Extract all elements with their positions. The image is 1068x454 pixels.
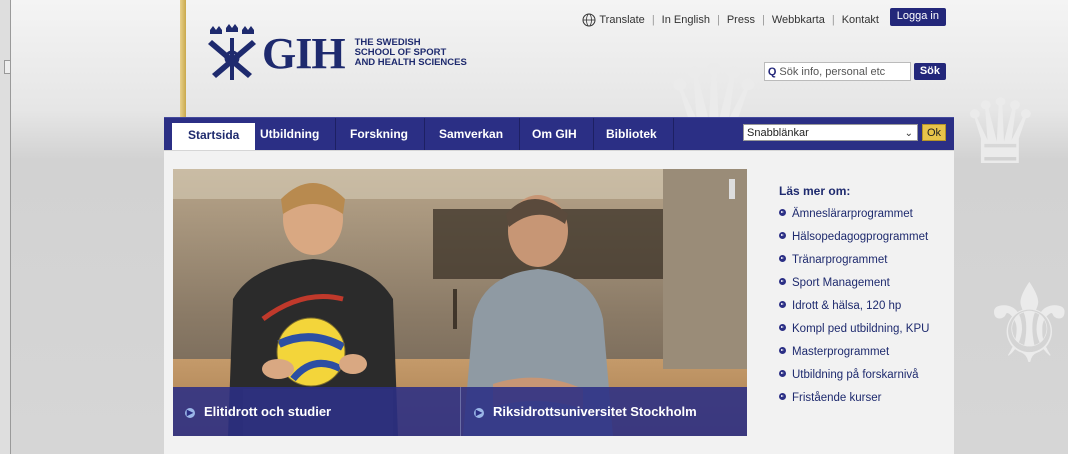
bullet-arrow-icon: [779, 255, 786, 262]
main-content: ▶ Elitidrott och studier ▶ Riksidrottsuniv…: [164, 151, 954, 454]
gih-logo[interactable]: GIH THE SWEDISH SCHOOL OF SPORT AND HEAL…: [204, 24, 467, 82]
quick-links-label: Snabblänkar: [747, 127, 809, 139]
sidebar-link-label: Utbildning på forskarnivå: [792, 369, 919, 381]
sidebar-link-label: Ämneslärarprogrammet: [792, 208, 913, 220]
bullet-arrow-icon: [779, 347, 786, 354]
logo-wordmark: GIH: [262, 28, 346, 78]
bullet-arrow-icon: [779, 232, 786, 239]
sidebar-link-label: Fristående kurser: [792, 392, 882, 404]
logo-subtitle: THE SWEDISH SCHOOL OF SPORT AND HEALTH S…: [355, 38, 467, 68]
search-icon: Q: [767, 65, 777, 78]
search-button[interactable]: Sök: [913, 63, 946, 80]
background-crown-icon: ♛: [960, 83, 1041, 183]
sidebar-link[interactable]: Utbildning på forskarnivå: [779, 368, 954, 383]
read-more-sidebar: Läs mer om: Ämneslärarprogrammet Hälsope…: [779, 184, 954, 414]
bullet-arrow-icon: [779, 301, 786, 308]
bullet-arrow-icon: [779, 324, 786, 331]
hero-caption-bar: ▶ Elitidrott och studier ▶ Riksidrottsuniv…: [173, 387, 747, 436]
sidebar-link-label: Idrott & hälsa, 120 hp: [792, 300, 902, 312]
caption-divider: [460, 387, 461, 436]
nav-forskning[interactable]: Forskning: [334, 118, 426, 150]
logo-subtitle-line: AND HEALTH SCIENCES: [354, 57, 467, 68]
sidebar-link[interactable]: Fristående kurser: [779, 391, 954, 406]
translate-link[interactable]: Translate: [599, 14, 644, 26]
nav-samverkan[interactable]: Samverkan: [423, 118, 521, 150]
separator: |: [831, 14, 835, 26]
sidebar-link[interactable]: Sport Management: [779, 276, 954, 291]
press-link[interactable]: Press: [727, 14, 755, 26]
nav-utbildning[interactable]: Utbildning: [244, 118, 337, 150]
bullet-arrow-icon: [779, 393, 786, 400]
sidebar-link[interactable]: Idrott & hälsa, 120 hp: [779, 299, 954, 314]
sidebar-link[interactable]: Kompl ped utbildning, KPU: [779, 322, 954, 337]
sidebar-link-label: Hälsopedagogprogrammet: [792, 231, 929, 243]
main-navigation: Startsida Utbildning Forskning Samverkan…: [164, 117, 954, 150]
sidebar-link[interactable]: Tränarprogrammet: [779, 253, 954, 268]
hero-carousel[interactable]: ▶ Elitidrott och studier ▶ Riksidrottsuniv…: [173, 169, 747, 436]
globe-icon: [582, 13, 596, 27]
search-placeholder: Sök info, personal etc: [779, 65, 886, 78]
separator: |: [716, 14, 720, 26]
nav-bibliotek[interactable]: Bibliotek: [590, 118, 674, 150]
arrow-right-icon: ▶: [185, 408, 195, 418]
sidebar-link-label: Sport Management: [792, 277, 890, 289]
bullet-arrow-icon: [779, 370, 786, 377]
site-header: GIH THE SWEDISH SCHOOL OF SPORT AND HEAL…: [186, 0, 954, 117]
read-more-heading: Läs mer om:: [779, 184, 851, 198]
caption-elitidrott[interactable]: ▶ Elitidrott och studier: [185, 387, 331, 436]
kontakt-link[interactable]: Kontakt: [842, 14, 879, 26]
login-button[interactable]: Logga in: [889, 8, 946, 26]
quick-links-select[interactable]: Snabblänkar ⌄: [743, 124, 918, 141]
ok-button[interactable]: Ok: [922, 124, 946, 141]
scroll-handle[interactable]: [4, 60, 11, 74]
bullet-arrow-icon: [779, 209, 786, 216]
nav-om-gih[interactable]: Om GIH: [516, 118, 594, 150]
sidebar-link[interactable]: Masterprogrammet: [779, 345, 954, 360]
caption-riksidrottsuniversitet[interactable]: ▶ Riksidrottsuniversitet Stockholm: [474, 387, 697, 436]
sidebar-link-label: Tränarprogrammet: [792, 254, 888, 266]
separator: |: [651, 14, 655, 26]
sidebar-link-label: Masterprogrammet: [792, 346, 890, 358]
caption-text: Elitidrott och studier: [204, 404, 332, 419]
webbkarta-link[interactable]: Webbkarta: [772, 14, 825, 26]
search-input[interactable]: Q Sök info, personal etc: [763, 62, 911, 81]
sidebar-link-label: Kompl ped utbildning, KPU: [792, 323, 930, 335]
bullet-arrow-icon: [779, 278, 786, 285]
gih-crest-icon: [208, 24, 256, 80]
nav-startsida[interactable]: Startsida: [172, 123, 256, 150]
sidebar-link[interactable]: Hälsopedagogprogrammet: [779, 230, 954, 245]
background-emblem-icon: ⚜: [980, 263, 1068, 386]
chevron-down-icon: ⌄: [904, 128, 913, 139]
in-english-link[interactable]: In English: [662, 14, 710, 26]
site-search: Q Sök info, personal etc Sök: [763, 62, 946, 81]
caption-text: Riksidrottsuniversitet Stockholm: [493, 404, 697, 419]
arrow-right-icon: ▶: [474, 408, 484, 418]
utility-links: Translate | In English | Press | Webbkar…: [582, 13, 879, 27]
browser-left-edge: [0, 0, 11, 454]
separator: |: [761, 14, 765, 26]
sidebar-link[interactable]: Ämneslärarprogrammet: [779, 207, 954, 222]
